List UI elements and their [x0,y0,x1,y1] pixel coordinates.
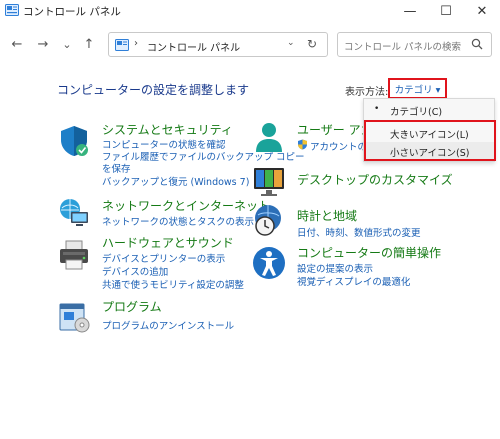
link-network-status[interactable]: ネットワークの状態とタスクの表示 [102,214,254,228]
breadcrumb-control-panel[interactable]: コントロール パネル [147,39,240,54]
breadcrumb-chevron-icon[interactable]: › [134,38,138,49]
link-date-time-format[interactable]: 日付、時刻、数値形式の変更 [297,225,421,239]
user-icon[interactable] [252,120,286,154]
category-system-security[interactable]: システムとセキュリティ [102,121,233,138]
minimize-button[interactable]: — [392,0,428,22]
window-title: コントロール パネル [23,6,121,18]
control-panel-icon [5,4,19,16]
category-clock-region[interactable]: 時計と地域 [297,207,357,224]
programs-icon[interactable] [57,300,91,334]
accessibility-icon[interactable] [252,246,286,280]
maximize-button[interactable]: ☐ [428,0,464,22]
link-devices-printers[interactable]: デバイスとプリンターの表示 [102,251,225,265]
navigation-bar: ← → ⌄ ↑ › コントロール パネル ⌄ ↻ コントロール パネルの検索 [0,30,500,58]
up-button[interactable]: ↑ [80,35,98,53]
search-box[interactable]: コントロール パネルの検索 [337,32,492,57]
forward-button[interactable]: → [34,35,52,53]
view-by-dropdown[interactable]: カテゴリ ▾ [388,78,447,99]
back-button[interactable]: ← [8,35,26,53]
view-by-label: 表示方法: [345,87,389,98]
link-optimize-visual-display[interactable]: 視覚ディスプレイの最適化 [297,274,410,288]
menu-item-category-label: カテゴリ(C) [390,107,443,118]
search-placeholder: コントロール パネルの検索 [344,42,462,53]
printer-icon[interactable] [57,238,91,272]
uac-shield-icon [298,139,307,150]
category-ease-of-access[interactable]: コンピューターの簡単操作 [297,244,441,261]
desktop-icon[interactable] [252,165,286,199]
title-bar: コントロール パネル — ☐ ✕ [0,0,500,22]
link-file-history-backup-cont[interactable]: を保存 [102,161,131,175]
link-uninstall-program[interactable]: プログラムのアンインストール [102,318,234,332]
search-icon[interactable] [471,38,483,50]
close-button[interactable]: ✕ [464,0,500,22]
network-icon[interactable] [57,196,91,230]
link-backup-restore[interactable]: バックアップと復元 (Windows 7) [102,174,249,188]
address-bar[interactable]: › コントロール パネル ⌄ ↻ [108,32,328,57]
selected-bullet-icon: • [374,104,380,114]
recent-locations-button[interactable]: ⌄ [58,35,76,53]
category-appearance-personalization[interactable]: デスクトップのカスタマイズ [297,171,453,188]
control-panel-icon [115,39,129,51]
page-title: コンピューターの設定を調整します [57,83,250,97]
link-let-windows-suggest[interactable]: 設定の提案の表示 [297,261,373,275]
category-network-internet[interactable]: ネットワークとインターネット [102,197,270,214]
highlight-box [364,120,496,161]
address-dropdown-icon[interactable]: ⌄ [287,38,295,48]
menu-item-category[interactable]: • カテゴリ(C) [364,101,494,119]
category-programs[interactable]: プログラム [102,298,162,315]
clock-icon[interactable] [252,203,286,237]
category-hardware-sound[interactable]: ハードウェアとサウンド [102,234,234,251]
shield-icon[interactable] [57,124,91,158]
link-mobility-settings[interactable]: 共通で使うモビリティ設定の調整 [102,277,244,291]
link-add-device[interactable]: デバイスの追加 [102,264,168,278]
refresh-icon[interactable]: ↻ [307,37,317,51]
